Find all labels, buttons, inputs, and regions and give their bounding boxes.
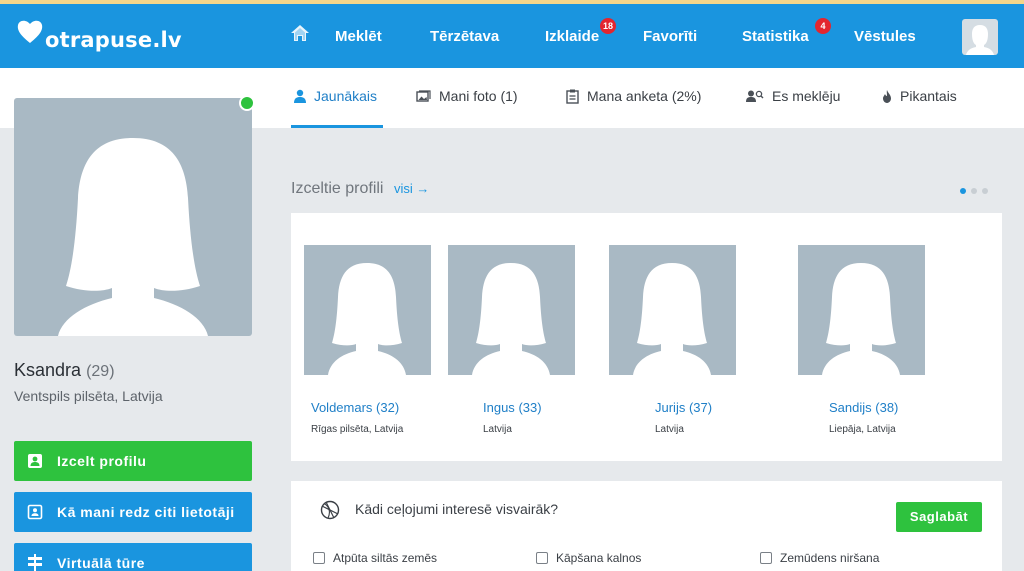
heart-icon: [17, 20, 43, 43]
person-name-text: Voldemars: [311, 400, 373, 415]
view-as-others-button[interactable]: Kā mani redz citi lietotāji: [14, 492, 252, 532]
user-avatar[interactable]: [962, 19, 998, 55]
tab-spicy-label: Pikantais: [900, 88, 957, 104]
site-logo[interactable]: otrapuse.lv: [16, 18, 182, 52]
person-name-text: Jurijs: [655, 400, 686, 415]
checkbox-option[interactable]: Atpūta siltās zemēs: [313, 551, 437, 565]
checkbox-label: Kāpšana kalnos: [556, 551, 642, 565]
profile-age: (29): [86, 363, 115, 380]
person-location: Rīgas pilsēta, Latvija: [311, 424, 404, 435]
travel-question: Kādi ceļojumi interesē visvairāk?: [355, 501, 559, 517]
checkbox[interactable]: [313, 552, 325, 564]
nav-entertainment[interactable]: Izklaide: [545, 28, 599, 45]
person-age: (33): [518, 400, 542, 415]
person-icon: [294, 89, 306, 103]
tab-latest-label: Jaunākais: [314, 88, 378, 104]
photos-icon: [416, 89, 431, 102]
nav-search[interactable]: Meklēt: [335, 28, 382, 45]
profile-photo[interactable]: [14, 98, 252, 336]
tab-my-profile-label: Mana anketa (2%): [587, 88, 702, 104]
save-button[interactable]: Saglabāt: [896, 502, 982, 532]
logo-text: otrapuse.lv: [45, 28, 182, 52]
id-card-icon: [27, 504, 43, 520]
person-location: Liepāja, Latvija: [829, 424, 896, 435]
avatar-silhouette-icon: [966, 25, 994, 55]
checkbox-label: Atpūta siltās zemēs: [333, 551, 438, 565]
people-search-icon: [746, 90, 764, 102]
person-name[interactable]: Sandijs (38): [829, 400, 898, 415]
person-location: Latvija: [655, 424, 684, 435]
carousel-dot[interactable]: [982, 188, 988, 194]
featured-all-link[interactable]: visi →: [394, 181, 429, 196]
tab-i-search-label: Es meklēju: [772, 88, 841, 104]
nav-favorites[interactable]: Favorīti: [643, 28, 697, 45]
featured-profiles-heading: Izceltie profili visi →: [291, 180, 429, 198]
clipboard-icon: [566, 89, 579, 104]
person-name[interactable]: Jurijs (37): [655, 400, 712, 415]
person-photo[interactable]: [448, 245, 575, 375]
nav-statistics[interactable]: Statistika: [742, 28, 809, 45]
nav-messages[interactable]: Vēstules: [854, 28, 916, 45]
profile-name-text: Ksandra: [14, 360, 82, 380]
person-name[interactable]: Ingus (33): [483, 400, 542, 415]
person-silhouette-icon: [633, 263, 711, 375]
person-age: (37): [688, 400, 713, 415]
tab-my-profile[interactable]: Mana anketa (2%): [566, 88, 701, 104]
checkbox-label: Zemūdens niršana: [780, 551, 880, 565]
signpost-icon: [28, 554, 42, 571]
person-name-text: Ingus: [483, 400, 515, 415]
featured-profiles-card: Voldemars (32) Rīgas pilsēta, Latvija In…: [291, 213, 1002, 461]
badge-icon: [28, 454, 42, 468]
highlight-profile-button[interactable]: Izcelt profilu: [14, 441, 252, 481]
carousel-dot[interactable]: [960, 188, 966, 194]
active-tab-indicator: [291, 125, 383, 128]
person-age: (32): [376, 400, 400, 415]
entertainment-badge: 18: [600, 18, 617, 34]
virtual-tour-button[interactable]: Virtuālā tūre: [14, 543, 252, 571]
statistics-badge: 4: [815, 18, 831, 34]
person-silhouette-icon: [822, 263, 900, 375]
profile-name: Ksandra (29): [14, 360, 115, 381]
profile-location: Ventspils pilsēta, Latvija: [14, 388, 163, 404]
person-name-text: Sandijs: [829, 400, 872, 415]
tab-spicy[interactable]: Pikantais: [882, 88, 957, 104]
online-status-dot: [239, 95, 255, 111]
tab-latest[interactable]: Jaunākais: [294, 88, 377, 104]
checkbox-option[interactable]: Zemūdens niršana: [760, 551, 879, 565]
person-age: (38): [875, 400, 899, 415]
featured-person[interactable]: Sandijs (38) Liepāja, Latvija: [798, 245, 925, 435]
virtual-tour-label: Virtuālā tūre: [57, 555, 145, 571]
person-name[interactable]: Voldemars (32): [311, 400, 399, 415]
flame-icon: [883, 89, 891, 103]
travel-question-card: Kādi ceļojumi interesē visvairāk? Saglab…: [291, 481, 1002, 571]
checkbox[interactable]: [760, 552, 772, 564]
featured-title-text: Izceltie profili: [291, 180, 384, 197]
carousel-dot[interactable]: [971, 188, 977, 194]
person-silhouette-icon: [328, 263, 406, 375]
nav-chat[interactable]: Tērzētava: [430, 28, 499, 45]
carousel-dots: [960, 188, 988, 194]
female-silhouette-icon: [58, 138, 208, 336]
person-photo[interactable]: [304, 245, 431, 375]
person-location: Latvija: [483, 424, 512, 435]
checkbox-option[interactable]: Kāpšana kalnos: [536, 551, 641, 565]
checkbox[interactable]: [536, 552, 548, 564]
view-as-others-label: Kā mani redz citi lietotāji: [57, 504, 235, 520]
person-photo[interactable]: [609, 245, 736, 375]
basketball-icon: [320, 500, 340, 520]
highlight-profile-label: Izcelt profilu: [57, 453, 147, 469]
featured-person[interactable]: Voldemars (32) Rīgas pilsēta, Latvija: [304, 245, 431, 435]
tab-my-photos-label: Mani foto (1): [439, 88, 518, 104]
featured-person[interactable]: Ingus (33) Latvija: [448, 245, 575, 435]
featured-person[interactable]: Jurijs (37) Latvija: [609, 245, 736, 435]
tab-i-search[interactable]: Es meklēju: [746, 88, 840, 104]
person-photo[interactable]: [798, 245, 925, 375]
header-bar: otrapuse.lv Meklēt Tērzētava Izklaide 18…: [0, 4, 1024, 68]
home-icon[interactable]: [290, 24, 310, 42]
person-silhouette-icon: [472, 263, 550, 375]
tab-my-photos[interactable]: Mani foto (1): [416, 88, 518, 104]
